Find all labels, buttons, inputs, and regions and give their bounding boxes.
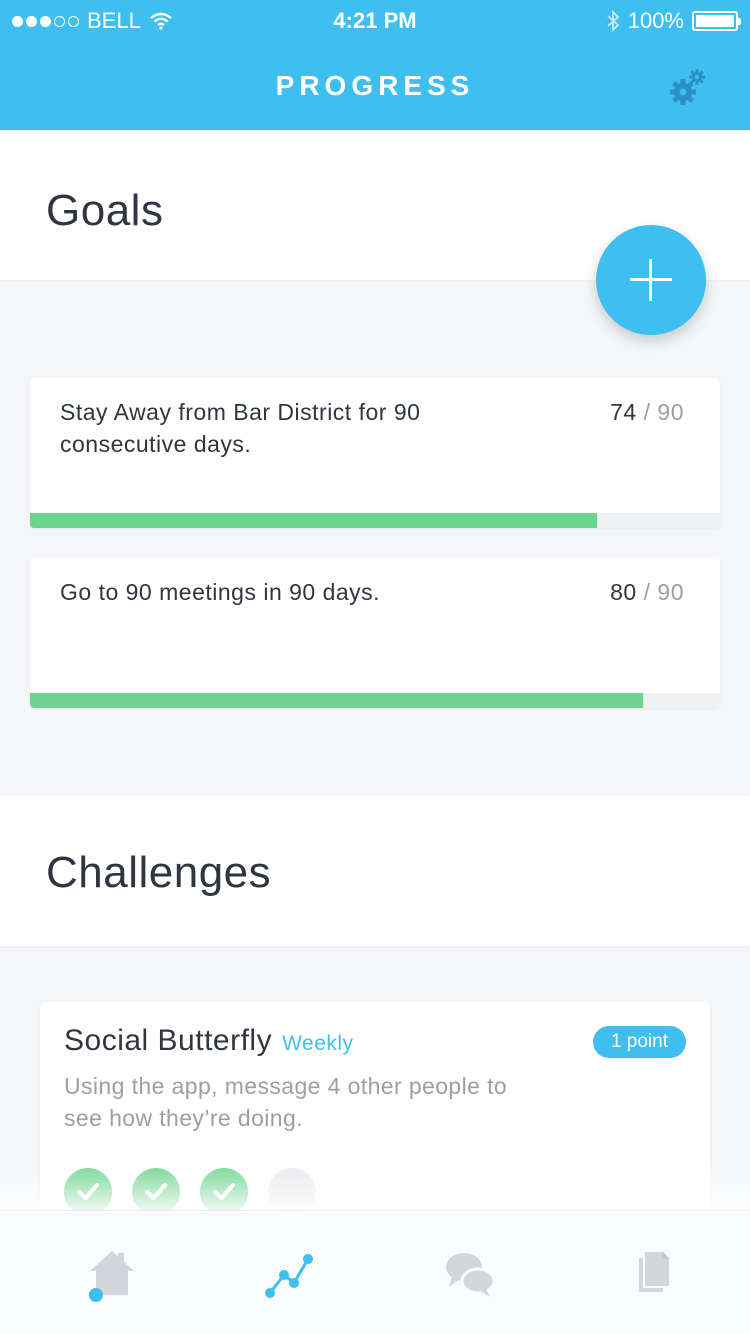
battery-icon bbox=[692, 11, 741, 31]
challenges-section-header: Challenges bbox=[0, 796, 750, 946]
tab-bar bbox=[0, 1210, 750, 1334]
progress-chart-icon[interactable] bbox=[258, 1241, 318, 1305]
nav-bar: PROGRESS bbox=[0, 40, 750, 130]
page-title: PROGRESS bbox=[275, 70, 475, 101]
goal-current: 74 bbox=[610, 399, 637, 425]
goals-heading: Goals bbox=[46, 186, 164, 235]
goal-total: 90 bbox=[657, 579, 684, 605]
goal-count: 74 / 90 bbox=[610, 396, 684, 428]
home-icon[interactable] bbox=[82, 1241, 142, 1305]
goal-progress-fill bbox=[30, 513, 598, 528]
goal-total: 90 bbox=[657, 399, 684, 425]
challenge-name: Social Butterfly bbox=[64, 1024, 273, 1057]
gear-icon[interactable] bbox=[666, 66, 710, 110]
status-right: 100% bbox=[606, 8, 741, 34]
bluetooth-icon bbox=[607, 10, 620, 32]
challenges-heading: Challenges bbox=[46, 848, 272, 897]
documents-icon[interactable] bbox=[624, 1241, 684, 1305]
chat-icon[interactable] bbox=[440, 1241, 500, 1305]
points-badge: 1 point bbox=[592, 1026, 686, 1058]
goal-text: Stay Away from Bar District for 90 conse… bbox=[60, 399, 421, 457]
goal-current: 80 bbox=[610, 579, 637, 605]
add-goal-button[interactable] bbox=[596, 225, 706, 335]
challenge-frequency: Weekly bbox=[282, 1032, 354, 1055]
goal-progress-fill bbox=[30, 693, 644, 708]
goal-progress-bar bbox=[30, 513, 720, 528]
battery-percent: 100% bbox=[627, 8, 684, 33]
goal-card[interactable]: Stay Away from Bar District for 90 conse… bbox=[30, 378, 720, 528]
goal-progress-bar bbox=[30, 693, 720, 708]
goal-count: 80 / 90 bbox=[610, 576, 684, 608]
goal-separator: / bbox=[643, 399, 651, 425]
status-bar: BELL 4:21 PM 100% bbox=[0, 0, 750, 40]
goal-text: Go to 90 meetings in 90 days. bbox=[60, 579, 381, 605]
goal-separator: / bbox=[643, 579, 651, 605]
challenge-title: Social Butterfly Weekly bbox=[64, 1024, 354, 1058]
challenge-description: Using the app, message 4 other people to… bbox=[64, 1073, 508, 1131]
goal-card[interactable]: Go to 90 meetings in 90 days. 80 / 90 bbox=[30, 558, 720, 708]
scroll-fade bbox=[0, 1160, 750, 1212]
